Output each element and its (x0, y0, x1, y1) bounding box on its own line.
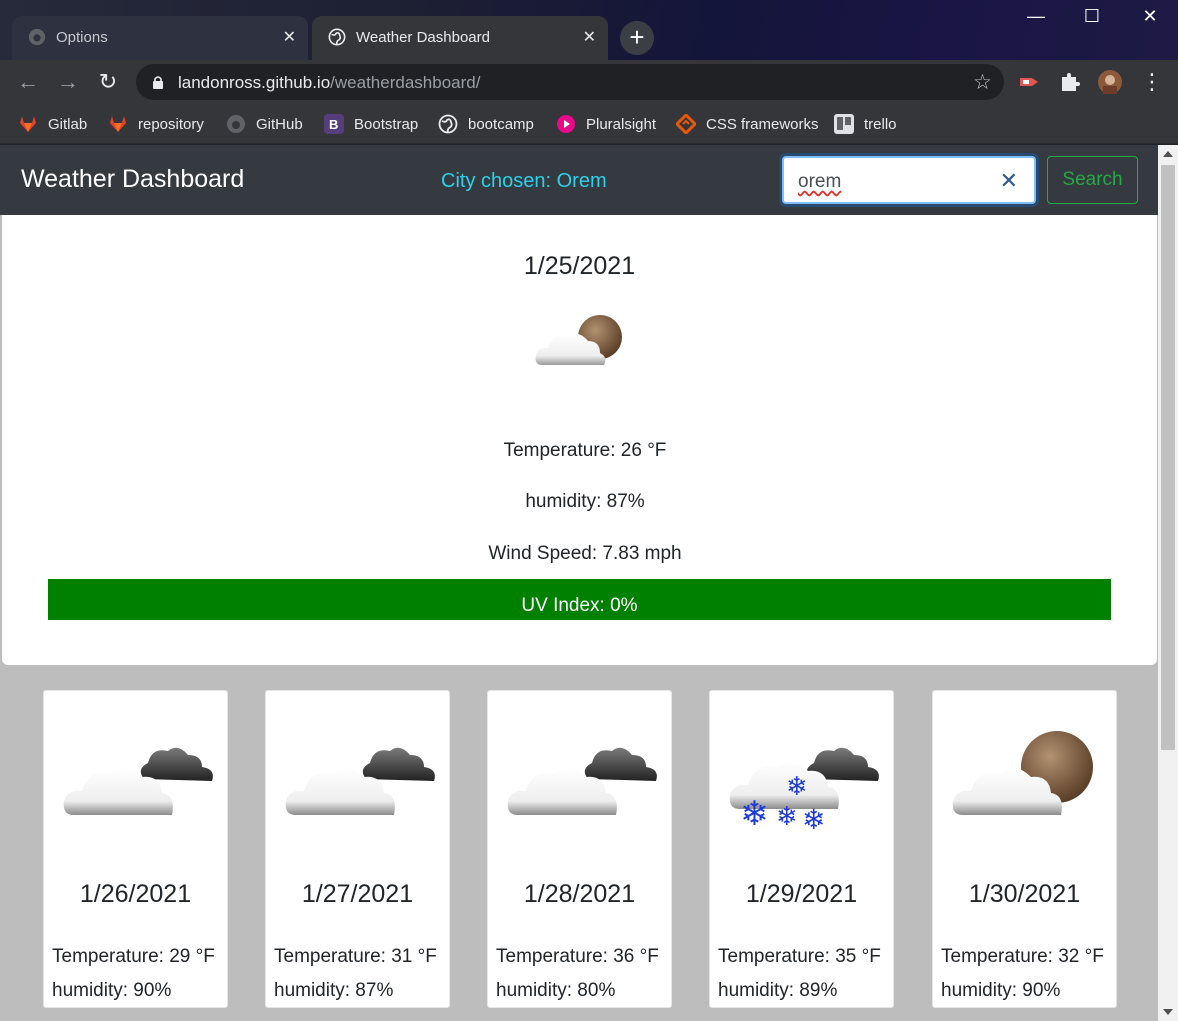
bookmark-bootstrap[interactable]: B Bootstrap (324, 112, 418, 136)
broken-clouds-icon (507, 747, 657, 815)
bookmark-label: trello (864, 115, 897, 133)
app-navbar: Weather Dashboard City chosen: Orem orem… (0, 145, 1158, 215)
scrollbar-thumb[interactable] (1161, 165, 1175, 750)
scroll-up-icon[interactable] (1163, 151, 1173, 157)
bootstrap-icon: B (324, 114, 344, 134)
close-window-icon[interactable]: ✕ (1130, 6, 1170, 34)
browser-toolbar: ← → ↻ landonross.github.io/weatherdashbo… (0, 60, 1178, 104)
svg-text:❄: ❄ (802, 803, 825, 829)
pluralsight-icon (557, 115, 575, 133)
gitlab-icon (110, 116, 126, 132)
forecast-date: 1/29/2021 (745, 880, 858, 908)
bookmark-label: repository (138, 115, 204, 133)
forecast-card: ❄ ❄ ❄ ❄ 1/29/2021 Temperature: 35 °F hum… (709, 690, 894, 1008)
current-temperature: Temperature: 26 °F (503, 440, 667, 461)
tab-title: Weather Dashboard (356, 29, 490, 46)
trello-icon (834, 114, 854, 134)
page-scrollbar[interactable] (1158, 145, 1178, 1021)
close-tab-icon[interactable]: ✕ (583, 27, 596, 47)
partly-cloudy-night-icon (952, 731, 1093, 815)
bookmarks-bar: Gitlab repository GitHub B Bootstrap boo… (0, 104, 1178, 144)
svg-text:B: B (329, 117, 338, 132)
gitlab-icon (20, 116, 36, 132)
minimize-icon[interactable]: — (1016, 6, 1056, 34)
current-humidity: humidity: 87% (525, 491, 645, 512)
avatar[interactable] (1098, 70, 1122, 94)
forecast-card: 1/30/2021 Temperature: 32 °F humidity: 9… (932, 690, 1117, 1008)
bookmark-label: Pluralsight (586, 115, 657, 133)
scroll-down-icon[interactable] (1163, 1009, 1173, 1015)
forecast-humidity: humidity: 89% (718, 980, 838, 1001)
bookmark-pluralsight[interactable]: Pluralsight (556, 112, 656, 136)
bookmark-label: CSS frameworks (706, 115, 819, 133)
forecast-temperature: Temperature: 35 °F (718, 946, 881, 967)
page-viewport: Weather Dashboard City chosen: Orem orem… (0, 145, 1158, 1021)
diamond-icon (676, 114, 696, 134)
broken-clouds-icon (63, 747, 213, 815)
close-tab-icon[interactable]: ✕ (283, 27, 296, 47)
tab-options[interactable]: Options ✕ (12, 16, 308, 60)
back-icon[interactable]: ← (14, 68, 42, 96)
menu-icon[interactable]: ⋮ (1138, 68, 1166, 96)
forecast-humidity: humidity: 80% (496, 980, 616, 1001)
forecast-date: 1/26/2021 (79, 880, 192, 908)
maximize-icon[interactable]: ☐ (1072, 6, 1112, 34)
city-chosen-label: City chosen: Orem (441, 170, 607, 192)
globe-icon (438, 114, 458, 134)
tab-strip: Options ✕ Weather Dashboard ✕ + — ☐ ✕ (0, 0, 1178, 60)
address-bar[interactable]: landonross.github.io/weatherdashboard/ ☆ (136, 64, 1004, 100)
forward-icon[interactable]: → (54, 68, 82, 96)
bookmark-label: GitHub (256, 115, 303, 133)
snow-icon: ❄ ❄ ❄ ❄ (729, 747, 879, 829)
bookmark-label: Bootstrap (354, 115, 419, 133)
forecast-humidity: humidity: 87% (274, 980, 394, 1001)
svg-text:❄: ❄ (740, 794, 769, 829)
uv-index-bar: UV Index: 0% (48, 579, 1111, 620)
partly-cloudy-night-icon (535, 315, 622, 365)
new-tab-button[interactable]: + (620, 21, 654, 55)
forecast-date: 1/28/2021 (523, 880, 636, 908)
forecast-temperature: Temperature: 32 °F (941, 946, 1104, 967)
svg-text:❄: ❄ (786, 772, 808, 802)
current-date: 1/25/2021 (523, 252, 636, 280)
search-button[interactable]: Search (1047, 156, 1138, 204)
forecast-card: 1/28/2021 Temperature: 36 °F humidity: 8… (487, 690, 672, 1008)
tab-weather-dashboard[interactable]: Weather Dashboard ✕ (312, 16, 608, 60)
extension-icon[interactable] (1018, 70, 1042, 94)
puzzle-icon[interactable] (1058, 70, 1082, 94)
forecast-humidity: humidity: 90% (52, 980, 172, 1001)
bookmark-bootcamp[interactable]: bootcamp (438, 112, 534, 136)
forecast-date: 1/30/2021 (968, 880, 1081, 908)
forecast-temperature: Temperature: 36 °F (496, 946, 659, 967)
current-weather-panel: 1/25/2021 Temperature: 26 °F humidity: 8… (2, 215, 1157, 665)
clear-search-icon[interactable]: ✕ (1000, 168, 1018, 194)
bookmark-star-icon[interactable]: ☆ (973, 70, 992, 95)
bookmark-gitlab[interactable]: Gitlab (18, 112, 87, 136)
tab-title: Options (56, 29, 108, 46)
forecast-date: 1/27/2021 (301, 880, 414, 908)
brand-title[interactable]: Weather Dashboard (21, 165, 244, 194)
forecast-temperature: Temperature: 29 °F (52, 946, 215, 967)
bookmark-repository[interactable]: repository (108, 112, 204, 136)
forecast-card: 1/27/2021 Temperature: 31 °F humidity: 8… (265, 690, 450, 1008)
svg-text:❄: ❄ (776, 802, 798, 829)
bookmark-github[interactable]: GitHub (226, 112, 303, 136)
bookmark-trello[interactable]: trello (834, 112, 897, 136)
github-icon (227, 115, 245, 133)
url-text: landonross.github.io/weatherdashboard/ (178, 73, 481, 92)
broken-clouds-icon (285, 747, 435, 815)
reload-icon[interactable]: ↻ (94, 68, 122, 96)
bookmark-css-frameworks[interactable]: CSS frameworks (676, 112, 819, 136)
bookmark-label: Gitlab (48, 115, 88, 133)
current-wind-speed: Wind Speed: 7.83 mph (488, 543, 682, 564)
forecast-card: 1/26/2021 Temperature: 29 °F humidity: 9… (43, 690, 228, 1008)
bookmark-label: bootcamp (468, 115, 534, 133)
forecast-humidity: humidity: 90% (941, 980, 1061, 1001)
lock-icon (153, 76, 163, 89)
forecast-temperature: Temperature: 31 °F (274, 946, 437, 967)
city-search-input[interactable]: orem ✕ (782, 156, 1036, 204)
globe-icon (328, 28, 346, 46)
github-icon (28, 28, 46, 46)
search-input-value: orem (798, 171, 842, 192)
